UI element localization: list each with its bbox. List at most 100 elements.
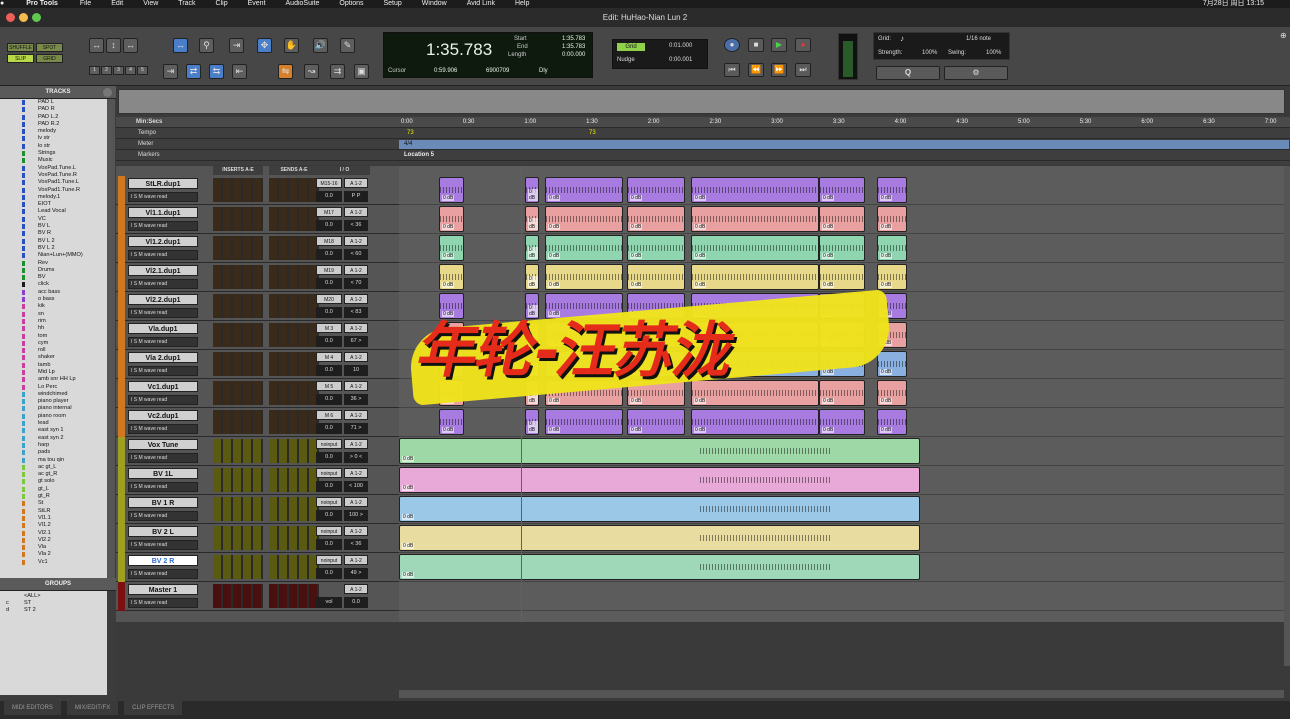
tracklist-item[interactable]: Nian+Lun+(MMO) bbox=[0, 252, 107, 259]
track-header[interactable]: Vl1.1.dup1 I S M wave read M17 A 1-2 0.0 < 36 bbox=[116, 205, 399, 234]
track-name[interactable]: Master 1 bbox=[128, 584, 198, 595]
track-name[interactable]: Vl1.1.dup1 bbox=[128, 207, 198, 218]
audio-clip[interactable]: 0 dB bbox=[877, 206, 907, 232]
track-header[interactable]: Vl2.1.dup1 I S M wave read M19 A 1-2 0.0 < 70 bbox=[116, 263, 399, 292]
tracklist-item[interactable]: gt_R bbox=[0, 493, 107, 500]
volume-value[interactable]: 0.0 bbox=[316, 568, 342, 579]
audio-clip[interactable]: 0 dB bbox=[877, 409, 907, 435]
link-track-icon[interactable]: ⇆ bbox=[209, 64, 224, 79]
tracklist-item[interactable]: piano player bbox=[0, 398, 107, 405]
input-selector[interactable]: M20 bbox=[316, 294, 342, 304]
audio-clip[interactable]: 0 dB bbox=[545, 264, 623, 290]
tracklist-item[interactable]: Vc1 bbox=[0, 559, 107, 566]
audio-clip[interactable]: 0 dB bbox=[525, 264, 539, 290]
track-buttons[interactable]: I S M wave read bbox=[128, 598, 198, 608]
tracklist-item[interactable]: Rev bbox=[0, 260, 107, 267]
pan-value[interactable]: 71 > bbox=[344, 423, 368, 434]
pan-value[interactable]: 100 > bbox=[344, 510, 368, 521]
audio-clip[interactable]: 0 dB bbox=[877, 235, 907, 261]
pan-value[interactable]: < 100 bbox=[344, 481, 368, 492]
sends-slots[interactable] bbox=[269, 555, 319, 579]
tracklist-item[interactable]: rim bbox=[0, 318, 107, 325]
output-selector[interactable]: A 1-2 bbox=[344, 584, 368, 594]
output-selector[interactable]: A 1-2 bbox=[344, 236, 368, 246]
pan-value[interactable]: < 36 bbox=[344, 220, 368, 231]
track-name[interactable]: Vl1.2.dup1 bbox=[128, 236, 198, 247]
tracklist-item[interactable]: tamb bbox=[0, 362, 107, 369]
gear-icon[interactable]: ⚙ bbox=[944, 66, 1008, 80]
menu-item[interactable]: File bbox=[80, 0, 91, 7]
sends-slots[interactable] bbox=[269, 178, 319, 202]
inserts-slots[interactable] bbox=[213, 526, 263, 550]
track-name[interactable]: BV 1 R bbox=[128, 497, 198, 508]
track-name[interactable]: BV 2 L bbox=[128, 526, 198, 537]
track-buttons[interactable]: I S M wave read bbox=[128, 279, 198, 289]
tracklist-item[interactable]: Vl2.2 bbox=[0, 537, 107, 544]
audio-clip[interactable]: 0 dB bbox=[819, 235, 865, 261]
volume-value[interactable]: 0.0 bbox=[316, 394, 342, 405]
audio-clip[interactable]: 0 dB bbox=[877, 177, 907, 203]
track-name[interactable]: Vc1.dup1 bbox=[128, 381, 198, 392]
pan-value[interactable]: < 83 bbox=[344, 307, 368, 318]
audio-clip[interactable]: 0 dB bbox=[545, 235, 623, 261]
tab-midi-editors[interactable]: MIDI EDITORS bbox=[4, 701, 61, 715]
swing-value[interactable]: 100% bbox=[986, 50, 1001, 56]
volume-value[interactable]: 0.0 bbox=[316, 220, 342, 231]
zoom-preset-2[interactable]: 2 bbox=[101, 66, 112, 75]
tracklist-item[interactable]: gt_L bbox=[0, 486, 107, 493]
tracklist-item[interactable]: PAD R.2 bbox=[0, 121, 107, 128]
audio-clip[interactable]: 0 dB bbox=[439, 206, 464, 232]
track-lane[interactable]: 0 dB 0 dB 0 dB 0 dB 0 dB 0 dB 0 dB bbox=[399, 205, 1284, 234]
track-lane[interactable]: 0 dB bbox=[399, 466, 1284, 495]
track-header[interactable]: Vl2.2.dup1 I S M wave read M20 A 1-2 0.0 < 83 bbox=[116, 292, 399, 321]
input-selector[interactable]: noinput bbox=[316, 526, 342, 536]
tracklist-item[interactable]: BV R bbox=[0, 230, 107, 237]
audio-clip[interactable]: 0 dB bbox=[399, 438, 920, 464]
volume-value[interactable]: 0.0 bbox=[316, 307, 342, 318]
trim-tool-icon[interactable]: ⇥ bbox=[229, 38, 244, 53]
session-overview[interactable] bbox=[118, 89, 1285, 114]
output-selector[interactable]: A 1-2 bbox=[344, 352, 368, 362]
track-header[interactable]: BV 2 R I S M wave read noinput A 1-2 0.0 49 > bbox=[116, 553, 399, 582]
inserts-slots[interactable] bbox=[213, 410, 263, 434]
track-buttons[interactable]: I S M wave read bbox=[128, 395, 198, 405]
inserts-slots[interactable] bbox=[213, 468, 263, 492]
horizontal-scrollbar[interactable] bbox=[399, 690, 1284, 698]
audio-clip[interactable]: 0 dB bbox=[525, 177, 539, 203]
inserts-slots[interactable] bbox=[213, 439, 263, 463]
meter-value[interactable]: 4/4 bbox=[404, 139, 412, 150]
grid-value[interactable]: 0:01.000 bbox=[669, 43, 692, 49]
input-selector[interactable]: noinput bbox=[316, 555, 342, 565]
pan-value[interactable]: 10 bbox=[344, 365, 368, 376]
tracklist-item[interactable]: east syn 1 bbox=[0, 427, 107, 434]
track-header[interactable]: Vla 2.dup1 I S M wave read M 4A 1-2 0.0 10 bbox=[116, 350, 399, 379]
track-buttons[interactable]: I S M wave read bbox=[128, 540, 198, 550]
tracklist-item[interactable]: kik bbox=[0, 303, 107, 310]
tracklist-item[interactable]: lo str bbox=[0, 143, 107, 150]
audio-clip[interactable]: 0 dB bbox=[819, 409, 865, 435]
tracklist-item[interactable]: PAD R bbox=[0, 106, 107, 113]
menu-item[interactable]: Setup bbox=[384, 0, 402, 7]
tracklist-item[interactable]: BV L 2 bbox=[0, 238, 107, 245]
tracklist-item[interactable]: Strings bbox=[0, 150, 107, 157]
tab-clip-effects[interactable]: CLIP EFFECTS bbox=[124, 701, 183, 715]
volume-value[interactable]: 0.0 bbox=[316, 423, 342, 434]
tracks-menu-icon[interactable] bbox=[103, 88, 112, 97]
mode-spot[interactable]: SPOT bbox=[36, 43, 63, 52]
inserts-slots[interactable] bbox=[213, 265, 263, 289]
tracklist-item[interactable]: tom bbox=[0, 333, 107, 340]
sends-slots[interactable] bbox=[269, 468, 319, 492]
play-icon[interactable]: ▶ bbox=[771, 38, 787, 52]
track-buttons[interactable]: I S M wave read bbox=[128, 250, 198, 260]
return-to-zero-icon[interactable]: ⏮ bbox=[724, 63, 740, 77]
audio-clip[interactable]: 0 dB bbox=[439, 235, 464, 261]
tracklist-item[interactable]: east syn 2 bbox=[0, 435, 107, 442]
mirror-midi-icon[interactable]: ⇋ bbox=[278, 64, 293, 79]
tracklist-item[interactable]: EIOT bbox=[0, 201, 107, 208]
tracks-scrollbar[interactable] bbox=[107, 99, 115, 578]
inserts-slots[interactable] bbox=[213, 555, 263, 579]
sends-slots[interactable] bbox=[269, 584, 319, 608]
tracklist-item[interactable]: sn bbox=[0, 311, 107, 318]
input-selector[interactable]: noinput bbox=[316, 468, 342, 478]
tracklist-item[interactable]: o bass bbox=[0, 296, 107, 303]
